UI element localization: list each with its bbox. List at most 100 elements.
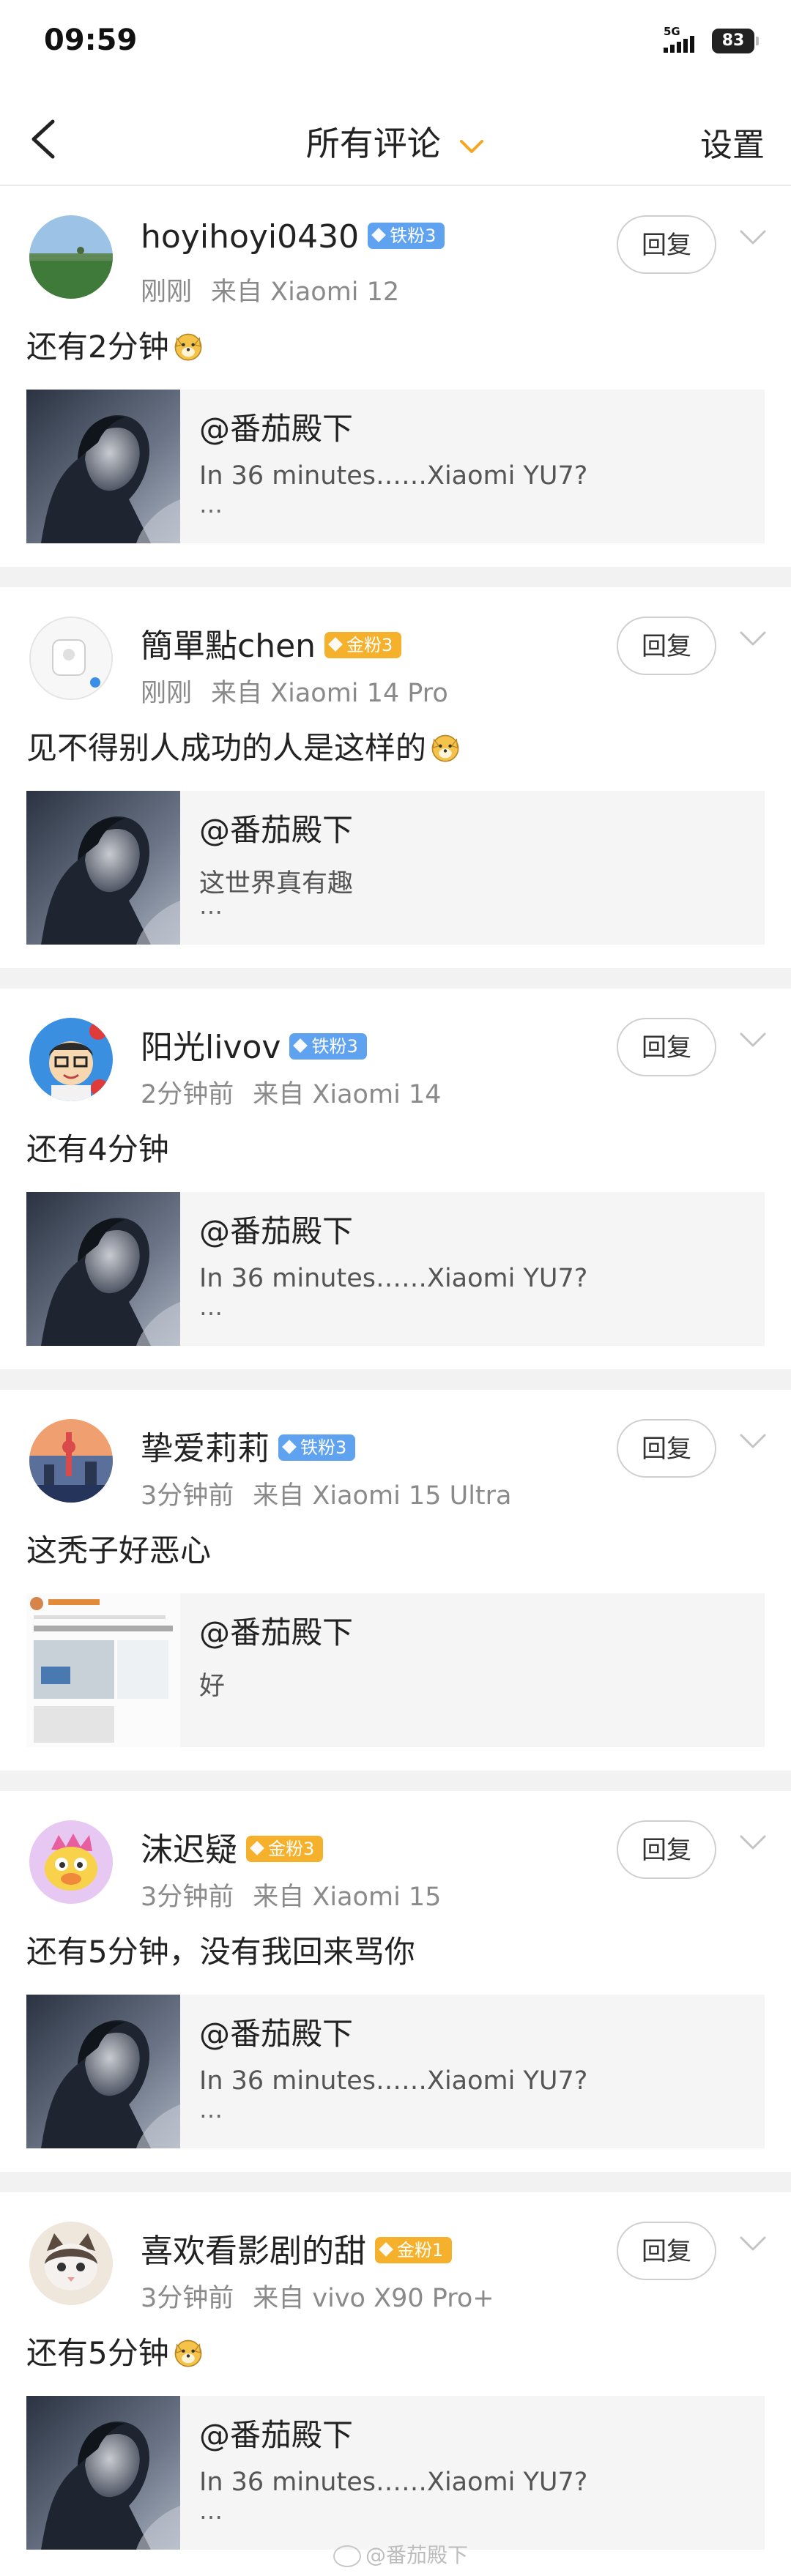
comment-time: 2分钟前 — [141, 1080, 234, 1109]
doge-emoji-icon — [172, 2337, 204, 2369]
nav-bar: 所有评论 设置 — [0, 95, 791, 186]
avatar[interactable] — [29, 1018, 113, 1101]
settings-button[interactable]: 设置 — [700, 119, 765, 165]
comment-time: 刚刚 — [141, 679, 193, 708]
status-bar: 09:59 5G 83 — [0, 0, 791, 88]
comment-source: 来自 Xiaomi 15 Ultra — [253, 1481, 512, 1511]
chevron-down-icon[interactable] — [737, 1431, 769, 1453]
divider — [0, 2172, 791, 2194]
quoted-post-text: In 36 minutes……Xiaomi YU7? — [199, 461, 588, 491]
comment-filter-dropdown[interactable]: 所有评论 — [0, 117, 791, 165]
chevron-down-icon[interactable] — [737, 227, 769, 249]
comment-source: 来自 Xiaomi 15 — [253, 1883, 442, 1912]
avatar[interactable] — [29, 1820, 113, 1904]
comment-text: 还有5分钟，没有我回来骂你 — [26, 1934, 415, 1970]
quoted-post-card[interactable]: @番茄殿下 In 36 minutes……Xiaomi YU7? … — [26, 1192, 765, 1346]
comment-text: 还有5分钟 — [26, 2329, 204, 2373]
avatar[interactable] — [29, 617, 113, 700]
doge-emoji-icon — [429, 732, 461, 764]
quoted-post-author: @番茄殿下 — [199, 1213, 354, 1249]
chevron-down-icon[interactable] — [737, 1030, 769, 1051]
quoted-post-ellipsis: … — [199, 491, 223, 518]
reply-button[interactable]: 回复 — [617, 617, 716, 675]
diamond-icon — [328, 637, 343, 652]
diamond-icon — [250, 1841, 264, 1855]
quoted-post-author: @番茄殿下 — [199, 1615, 354, 1650]
quoted-post-card[interactable]: @番茄殿下 In 36 minutes……Xiaomi YU7? … — [26, 2396, 765, 2550]
comment-source: 来自 Xiaomi 14 — [253, 1080, 442, 1109]
reply-button[interactable]: 回复 — [617, 1820, 716, 1879]
comment-source: 来自 vivo X90 Pro+ — [253, 2284, 494, 2313]
battery-level: 83 — [721, 31, 745, 50]
user-name[interactable]: 喜欢看影剧的甜 金粉1 — [141, 2225, 453, 2271]
comment-time: 3分钟前 — [141, 1481, 234, 1511]
quoted-post-text: In 36 minutes……Xiaomi YU7? — [199, 2468, 588, 2497]
comment-text: 见不得别人成功的人是这样的 — [26, 723, 461, 768]
comment-meta: 3分钟前 来自 Xiaomi 15 — [141, 1876, 441, 1913]
comment-meta: 刚刚 来自 Xiaomi 12 — [141, 271, 399, 308]
comment-source: 来自 Xiaomi 12 — [211, 278, 400, 307]
comment-meta: 2分钟前 来自 Xiaomi 14 — [141, 1073, 441, 1111]
comment-time: 3分钟前 — [141, 1883, 234, 1912]
quoted-post-card[interactable]: @番茄殿下 In 36 minutes……Xiaomi YU7? … — [26, 390, 765, 543]
comment-text: 这秃子好恶心 — [26, 1533, 212, 1568]
quoted-post-text: 好 — [199, 1672, 226, 1701]
user-name[interactable]: 簡單點chen 金粉3 — [141, 619, 402, 666]
quoted-post-thumbnail — [26, 2396, 180, 2550]
quoted-post-author: @番茄殿下 — [199, 411, 354, 447]
user-name[interactable]: 挚爱莉莉 铁粉3 — [141, 1422, 356, 1469]
comment-text: 还有2分钟 — [26, 322, 204, 367]
divider — [0, 567, 791, 589]
battery-icon: 83 — [712, 29, 759, 53]
quoted-post-thumbnail — [26, 1995, 180, 2148]
avatar[interactable] — [29, 2222, 113, 2305]
divider — [0, 1771, 791, 1793]
chevron-down-icon[interactable] — [737, 1832, 769, 1854]
fan-badge: 铁粉3 — [368, 223, 445, 249]
comment-meta: 3分钟前 来自 Xiaomi 15 Ultra — [141, 1475, 511, 1512]
reply-button[interactable]: 回复 — [617, 2222, 716, 2280]
quoted-post-thumbnail — [26, 1192, 180, 1346]
weibo-logo-icon — [333, 2545, 361, 2567]
doge-emoji-icon — [172, 330, 204, 362]
comment-meta: 刚刚 来自 Xiaomi 14 Pro — [141, 672, 448, 710]
divider — [0, 968, 791, 990]
diamond-icon — [371, 228, 387, 242]
chevron-down-icon[interactable] — [737, 2233, 769, 2255]
chevron-down-icon — [460, 139, 484, 153]
diamond-icon — [282, 1440, 297, 1454]
comment-source: 来自 Xiaomi 14 Pro — [211, 679, 448, 708]
comment-time: 刚刚 — [141, 278, 193, 307]
quoted-post-author: @番茄殿下 — [199, 2016, 354, 2052]
reply-button[interactable]: 回复 — [617, 1419, 716, 1478]
user-name[interactable]: hoyihoyi0430 铁粉3 — [141, 218, 445, 256]
quoted-post-text: In 36 minutes……Xiaomi YU7? — [199, 1264, 588, 1293]
quoted-post-thumbnail — [26, 1593, 180, 1747]
signal-icon: 5G — [664, 25, 705, 56]
comment-item: 喜欢看影剧的甜 金粉1 3分钟前 来自 vivo X90 Pro+ 回复 还有5分钟… — [0, 2192, 791, 2576]
fan-badge: 铁粉3 — [278, 1434, 356, 1461]
avatar[interactable] — [29, 1419, 113, 1503]
quoted-post-card[interactable]: @番茄殿下 In 36 minutes……Xiaomi YU7? … — [26, 1995, 765, 2148]
watermark: @番茄殿下 — [333, 2539, 468, 2569]
user-name[interactable]: 阳光livov 铁粉3 — [141, 1021, 367, 1068]
quoted-post-ellipsis: … — [199, 2497, 223, 2525]
status-time: 09:59 — [44, 23, 138, 57]
quoted-post-ellipsis: … — [199, 2096, 223, 2123]
quoted-post-card[interactable]: @番茄殿下 好 — [26, 1593, 765, 1747]
comment-text: 还有4分钟 — [26, 1131, 169, 1167]
diamond-icon — [379, 2242, 393, 2257]
reply-button[interactable]: 回复 — [617, 1018, 716, 1076]
quoted-post-ellipsis: … — [199, 892, 223, 920]
chevron-down-icon[interactable] — [737, 628, 769, 650]
quoted-post-thumbnail — [26, 791, 180, 945]
quoted-post-card[interactable]: @番茄殿下 这世界真有趣 … — [26, 791, 765, 945]
quoted-post-author: @番茄殿下 — [199, 2417, 354, 2453]
user-name[interactable]: 沫迟疑 金粉3 — [141, 1823, 324, 1870]
fan-badge: 金粉3 — [246, 1836, 324, 1862]
avatar[interactable] — [29, 215, 113, 299]
divider — [0, 1369, 791, 1391]
diamond-icon — [293, 1038, 308, 1053]
reply-button[interactable]: 回复 — [617, 215, 716, 274]
status-icons: 5G 83 — [664, 25, 759, 56]
